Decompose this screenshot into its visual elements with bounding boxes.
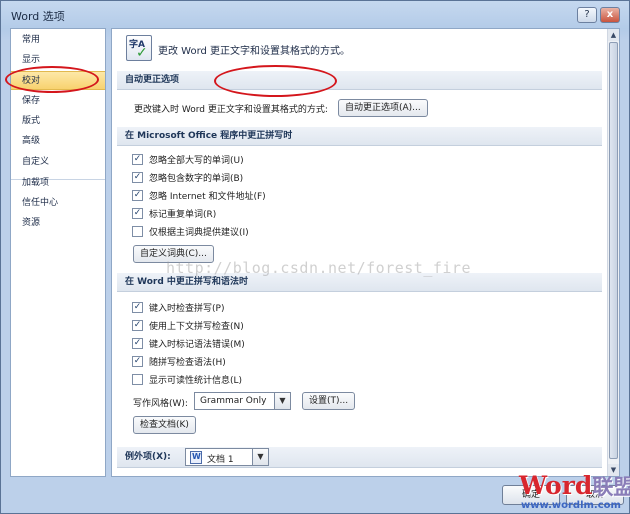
- writing-style-label: 写作风格(W):: [133, 399, 188, 409]
- checkbox[interactable]: ✓: [132, 154, 143, 165]
- nav-item-advanced[interactable]: 高级: [11, 132, 105, 151]
- checkbox[interactable]: ✓: [132, 190, 143, 201]
- vertical-scrollbar[interactable]: ▲ ▼: [607, 29, 619, 476]
- scroll-up-icon[interactable]: ▲: [608, 29, 619, 41]
- help-button[interactable]: ?: [577, 7, 597, 23]
- panel-header: 字A ✓ 更改 Word 更正文字和设置其格式的方式。: [112, 29, 608, 69]
- close-button[interactable]: x: [600, 7, 620, 23]
- exceptions-label: 例外项(X):: [125, 452, 171, 462]
- window-title: Word 选项: [11, 10, 65, 23]
- nav-item-trust-center[interactable]: 信任中心: [11, 194, 105, 213]
- autocorrect-description: 更改键入时 Word 更正文字和设置其格式的方式:: [134, 105, 328, 115]
- nav-item-resources[interactable]: 资源: [11, 214, 105, 233]
- proofing-icon: 字A ✓: [126, 35, 152, 61]
- section-office-spelling: 在 Microsoft Office 程序中更正拼写时: [117, 127, 602, 146]
- nav-item-save[interactable]: 保存: [11, 92, 105, 111]
- exceptions-document-select[interactable]: 文档 1 ▼: [185, 448, 269, 466]
- panel-description: 更改 Word 更正文字和设置其格式的方式。: [158, 46, 351, 57]
- checkbox[interactable]: [132, 226, 143, 237]
- chevron-down-icon[interactable]: ▼: [252, 449, 268, 465]
- scroll-thumb[interactable]: [609, 42, 618, 459]
- highlight-ellipse-nav: [5, 66, 99, 93]
- autocorrect-options-button[interactable]: 自动更正选项(A)...: [338, 99, 428, 117]
- nav-item-layout[interactable]: 版式: [11, 112, 105, 131]
- highlight-ellipse-autocorrect: [214, 65, 337, 97]
- title-bar: Word 选项 ? x: [1, 1, 629, 29]
- checkbox[interactable]: ✓: [132, 172, 143, 183]
- checkbox[interactable]: ✓: [132, 320, 143, 331]
- nav-item-addins[interactable]: 加载项: [11, 174, 105, 193]
- word-document-icon: [190, 451, 202, 464]
- grammar-settings-button[interactable]: 设置(T)...: [302, 392, 356, 410]
- proofing-panel: 字A ✓ 更改 Word 更正文字和设置其格式的方式。 自动更正选项 更改键入时…: [111, 28, 620, 477]
- category-nav: 常用 显示 校对 保存 版式 高级 自定义 加载项 信任中心 资源: [10, 28, 106, 477]
- logo-url: www.wordlm.com: [521, 500, 621, 511]
- checkbox[interactable]: [132, 374, 143, 385]
- nav-item-general[interactable]: 常用: [11, 31, 105, 50]
- nav-item-customize[interactable]: 自定义: [11, 153, 105, 172]
- word-options-dialog: Word 选项 ? x 常用 显示 校对 保存 版式 高级 自定义 加载项 信任…: [0, 0, 630, 514]
- blog-watermark: http://blog.csdn.net/forest_fire: [166, 259, 471, 277]
- checkbox[interactable]: ✓: [132, 338, 143, 349]
- chevron-down-icon[interactable]: ▼: [274, 393, 290, 409]
- wordlm-logo: Word联盟 www.wordlm.com: [519, 471, 630, 511]
- checkbox[interactable]: ✓: [132, 302, 143, 313]
- recheck-document-button[interactable]: 检查文档(K): [133, 416, 196, 434]
- section-autocorrect: 自动更正选项: [117, 71, 602, 90]
- checkbox[interactable]: ✓: [132, 208, 143, 219]
- checkbox[interactable]: ✓: [132, 356, 143, 367]
- writing-style-select[interactable]: Grammar Only ▼: [194, 392, 291, 410]
